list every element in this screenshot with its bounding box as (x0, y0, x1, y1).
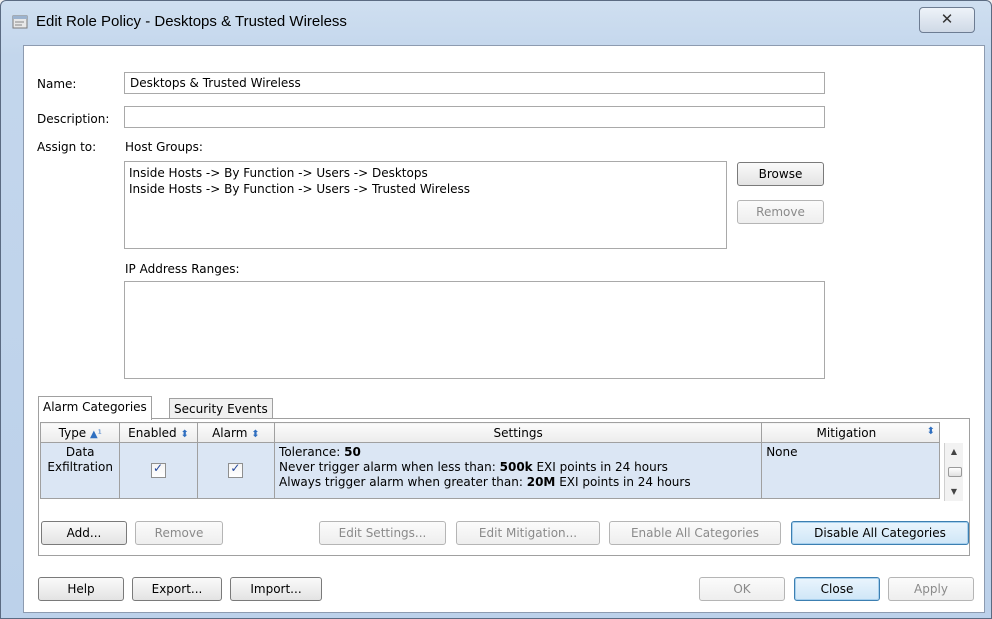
name-input[interactable]: Desktops & Trusted Wireless (124, 72, 825, 94)
column-header-mitigation[interactable]: Mitigation ⬍ (761, 422, 940, 443)
list-item[interactable]: Inside Hosts -> By Function -> Users -> … (129, 181, 722, 197)
close-icon: ✕ (940, 10, 954, 28)
sort-icon: ⬍ (180, 428, 189, 440)
mitigation-cell: None (761, 442, 940, 499)
always-trigger-line: Always trigger alarm when greater than: … (279, 475, 691, 489)
description-input[interactable] (124, 106, 825, 128)
remove-category-button[interactable]: Remove (135, 521, 223, 545)
scroll-down-icon[interactable]: ▼ (945, 487, 963, 496)
checkmark-icon: ✓ (153, 461, 164, 475)
enable-all-categories-button[interactable]: Enable All Categories (609, 521, 781, 545)
alarm-checkbox[interactable]: ✓ (228, 461, 244, 478)
column-header-enabled[interactable]: Enabled ⬍ (119, 422, 198, 443)
import-button[interactable]: Import... (230, 577, 322, 601)
edit-settings-button[interactable]: Edit Settings... (319, 521, 446, 545)
column-header-type[interactable]: Type ▲¹ (39, 422, 121, 443)
tolerance-line: Tolerance: 50 (279, 445, 361, 459)
tab-alarm-categories[interactable]: Alarm Categories (38, 396, 152, 420)
remove-host-group-button[interactable]: Remove (737, 200, 824, 224)
column-header-alarm[interactable]: Alarm ⬍ (196, 422, 276, 443)
sort-icon: ⬍ (251, 428, 260, 440)
table-vertical-scrollbar[interactable]: ▲ ▼ (944, 443, 963, 501)
type-cell: Data Exfiltration (39, 442, 121, 499)
close-button[interactable]: Close (794, 577, 880, 601)
scrollbar-thumb[interactable] (948, 467, 962, 477)
title-bar[interactable]: Edit Role Policy - Desktops & Trusted Wi… (1, 1, 991, 41)
host-groups-label: Host Groups: (125, 140, 203, 154)
add-category-button[interactable]: Add... (41, 521, 127, 545)
ok-button[interactable]: OK (699, 577, 785, 601)
window-title: Edit Role Policy - Desktops & Trusted Wi… (36, 13, 347, 30)
table-row[interactable]: Data Exfiltration ✓ ✓ Tolerance: 50 Neve… (39, 442, 940, 499)
tab-security-events[interactable]: Security Events (169, 398, 273, 418)
name-label: Name: (37, 77, 77, 91)
sort-ascending-icon: ▲¹ (90, 428, 102, 440)
list-item[interactable]: Inside Hosts -> By Function -> Users -> … (129, 165, 722, 181)
ip-address-ranges-list[interactable] (124, 281, 825, 379)
host-groups-list[interactable]: Inside Hosts -> By Function -> Users -> … (124, 161, 727, 249)
never-trigger-line: Never trigger alarm when less than: 500k… (279, 460, 668, 474)
description-label: Description: (37, 112, 110, 126)
scroll-up-icon[interactable]: ▲ (945, 447, 963, 456)
disable-all-categories-button[interactable]: Disable All Categories (791, 521, 969, 545)
help-button[interactable]: Help (38, 577, 124, 601)
edit-role-policy-window: Edit Role Policy - Desktops & Trusted Wi… (0, 0, 992, 619)
close-window-button[interactable]: ✕ (919, 7, 975, 33)
apply-button[interactable]: Apply (888, 577, 974, 601)
sort-icon: ⬍ (926, 425, 935, 437)
browse-button[interactable]: Browse (737, 162, 824, 186)
dialog-content: Name: Desktops & Trusted Wireless Descri… (23, 45, 985, 613)
document-edit-icon (12, 15, 28, 29)
alarm-categories-panel: Type ▲¹ Enabled ⬍ Alarm ⬍ Settings Mitig… (38, 418, 970, 556)
assign-to-label: Assign to: (37, 140, 97, 154)
alarm-categories-table: Type ▲¹ Enabled ⬍ Alarm ⬍ Settings Mitig… (39, 422, 940, 499)
alarm-cell: ✓ (196, 442, 276, 499)
enabled-cell: ✓ (119, 442, 198, 499)
column-header-settings[interactable]: Settings (274, 422, 763, 443)
ip-address-ranges-label: IP Address Ranges: (125, 262, 240, 276)
settings-cell: Tolerance: 50 Never trigger alarm when l… (274, 442, 763, 499)
export-button[interactable]: Export... (132, 577, 222, 601)
enabled-checkbox[interactable]: ✓ (151, 461, 167, 478)
edit-mitigation-button[interactable]: Edit Mitigation... (456, 521, 600, 545)
checkmark-icon: ✓ (230, 461, 241, 475)
